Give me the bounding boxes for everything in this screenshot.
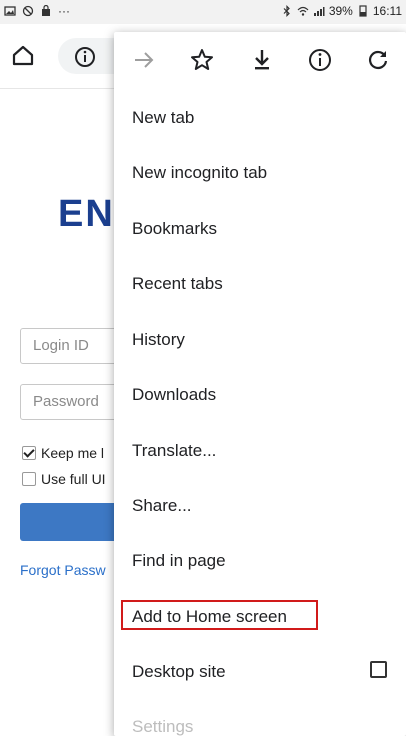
signal-icon — [313, 7, 325, 16]
menu-item-add-to-home-screen[interactable]: Add to Home screen — [114, 590, 406, 645]
menu-item-desktop-site[interactable]: Desktop site — [114, 645, 406, 700]
gallery-icon — [4, 6, 16, 16]
forgot-password-link[interactable]: Forgot Passw — [20, 562, 106, 578]
home-icon[interactable] — [10, 42, 36, 68]
clock: 16:11 — [372, 4, 402, 18]
forward-arrow-icon[interactable] — [130, 46, 158, 74]
status-bar-right: 39% 16:11 — [281, 4, 402, 18]
menu-item-label: Bookmarks — [132, 219, 218, 238]
status-bar-left: ··· — [4, 4, 70, 18]
browser-overflow-menu: New tab New incognito tab Bookmarks Rece… — [114, 32, 406, 736]
wifi-icon — [297, 6, 309, 16]
bluetooth-icon — [283, 5, 290, 17]
battery-percent: 39% — [328, 4, 353, 18]
use-full-checkbox[interactable] — [22, 472, 36, 486]
menu-item-find-in-page[interactable]: Find in page — [114, 534, 406, 589]
menu-item-label: Add to Home screen — [132, 607, 287, 626]
keep-me-checkbox[interactable] — [22, 446, 36, 460]
menu-item-new-tab[interactable]: New tab — [114, 91, 406, 146]
menu-item-downloads[interactable]: Downloads — [114, 368, 406, 423]
menu-item-bookmarks[interactable]: Bookmarks — [114, 202, 406, 257]
menu-item-label: Translate... — [132, 441, 217, 460]
desktop-site-checkbox[interactable] — [370, 661, 387, 678]
menu-item-label: Settings — [132, 717, 194, 736]
refresh-icon[interactable] — [364, 46, 392, 74]
menu-item-settings[interactable]: Settings — [114, 700, 406, 736]
use-full-row[interactable]: Use full UI — [22, 471, 106, 487]
star-icon[interactable] — [188, 46, 216, 74]
menu-item-label: New incognito tab — [132, 163, 268, 182]
menu-item-label: Desktop site — [132, 662, 226, 681]
menu-item-label: Find in page — [132, 551, 226, 570]
menu-item-history[interactable]: History — [114, 313, 406, 368]
info-icon[interactable] — [306, 46, 334, 74]
menu-item-label: History — [132, 330, 185, 349]
menu-item-label: Downloads — [132, 385, 217, 404]
menu-item-label: Share... — [132, 496, 192, 515]
menu-item-share[interactable]: Share... — [114, 479, 406, 534]
more-notifications: ··· — [58, 4, 70, 18]
status-bar: ··· 39% 16:11 — [0, 0, 406, 24]
menu-item-label: New tab — [132, 108, 195, 127]
keep-me-row[interactable]: Keep me l — [22, 445, 104, 461]
download-icon[interactable] — [248, 46, 276, 74]
menu-toolbar — [114, 32, 406, 88]
battery-icon — [359, 5, 367, 17]
menu-item-translate[interactable]: Translate... — [114, 424, 406, 479]
keep-me-label: Keep me l — [41, 445, 105, 461]
menu-item-label: Recent tabs — [132, 274, 223, 293]
menu-item-recent-tabs[interactable]: Recent tabs — [114, 257, 406, 312]
use-full-label: Use full UI — [41, 471, 106, 487]
site-info-icon[interactable] — [72, 44, 98, 70]
site-logo: EN — [58, 193, 115, 235]
menu-item-new-incognito-tab[interactable]: New incognito tab — [114, 146, 406, 201]
shopping-bag-icon — [42, 5, 50, 16]
blocked-icon — [22, 5, 34, 17]
